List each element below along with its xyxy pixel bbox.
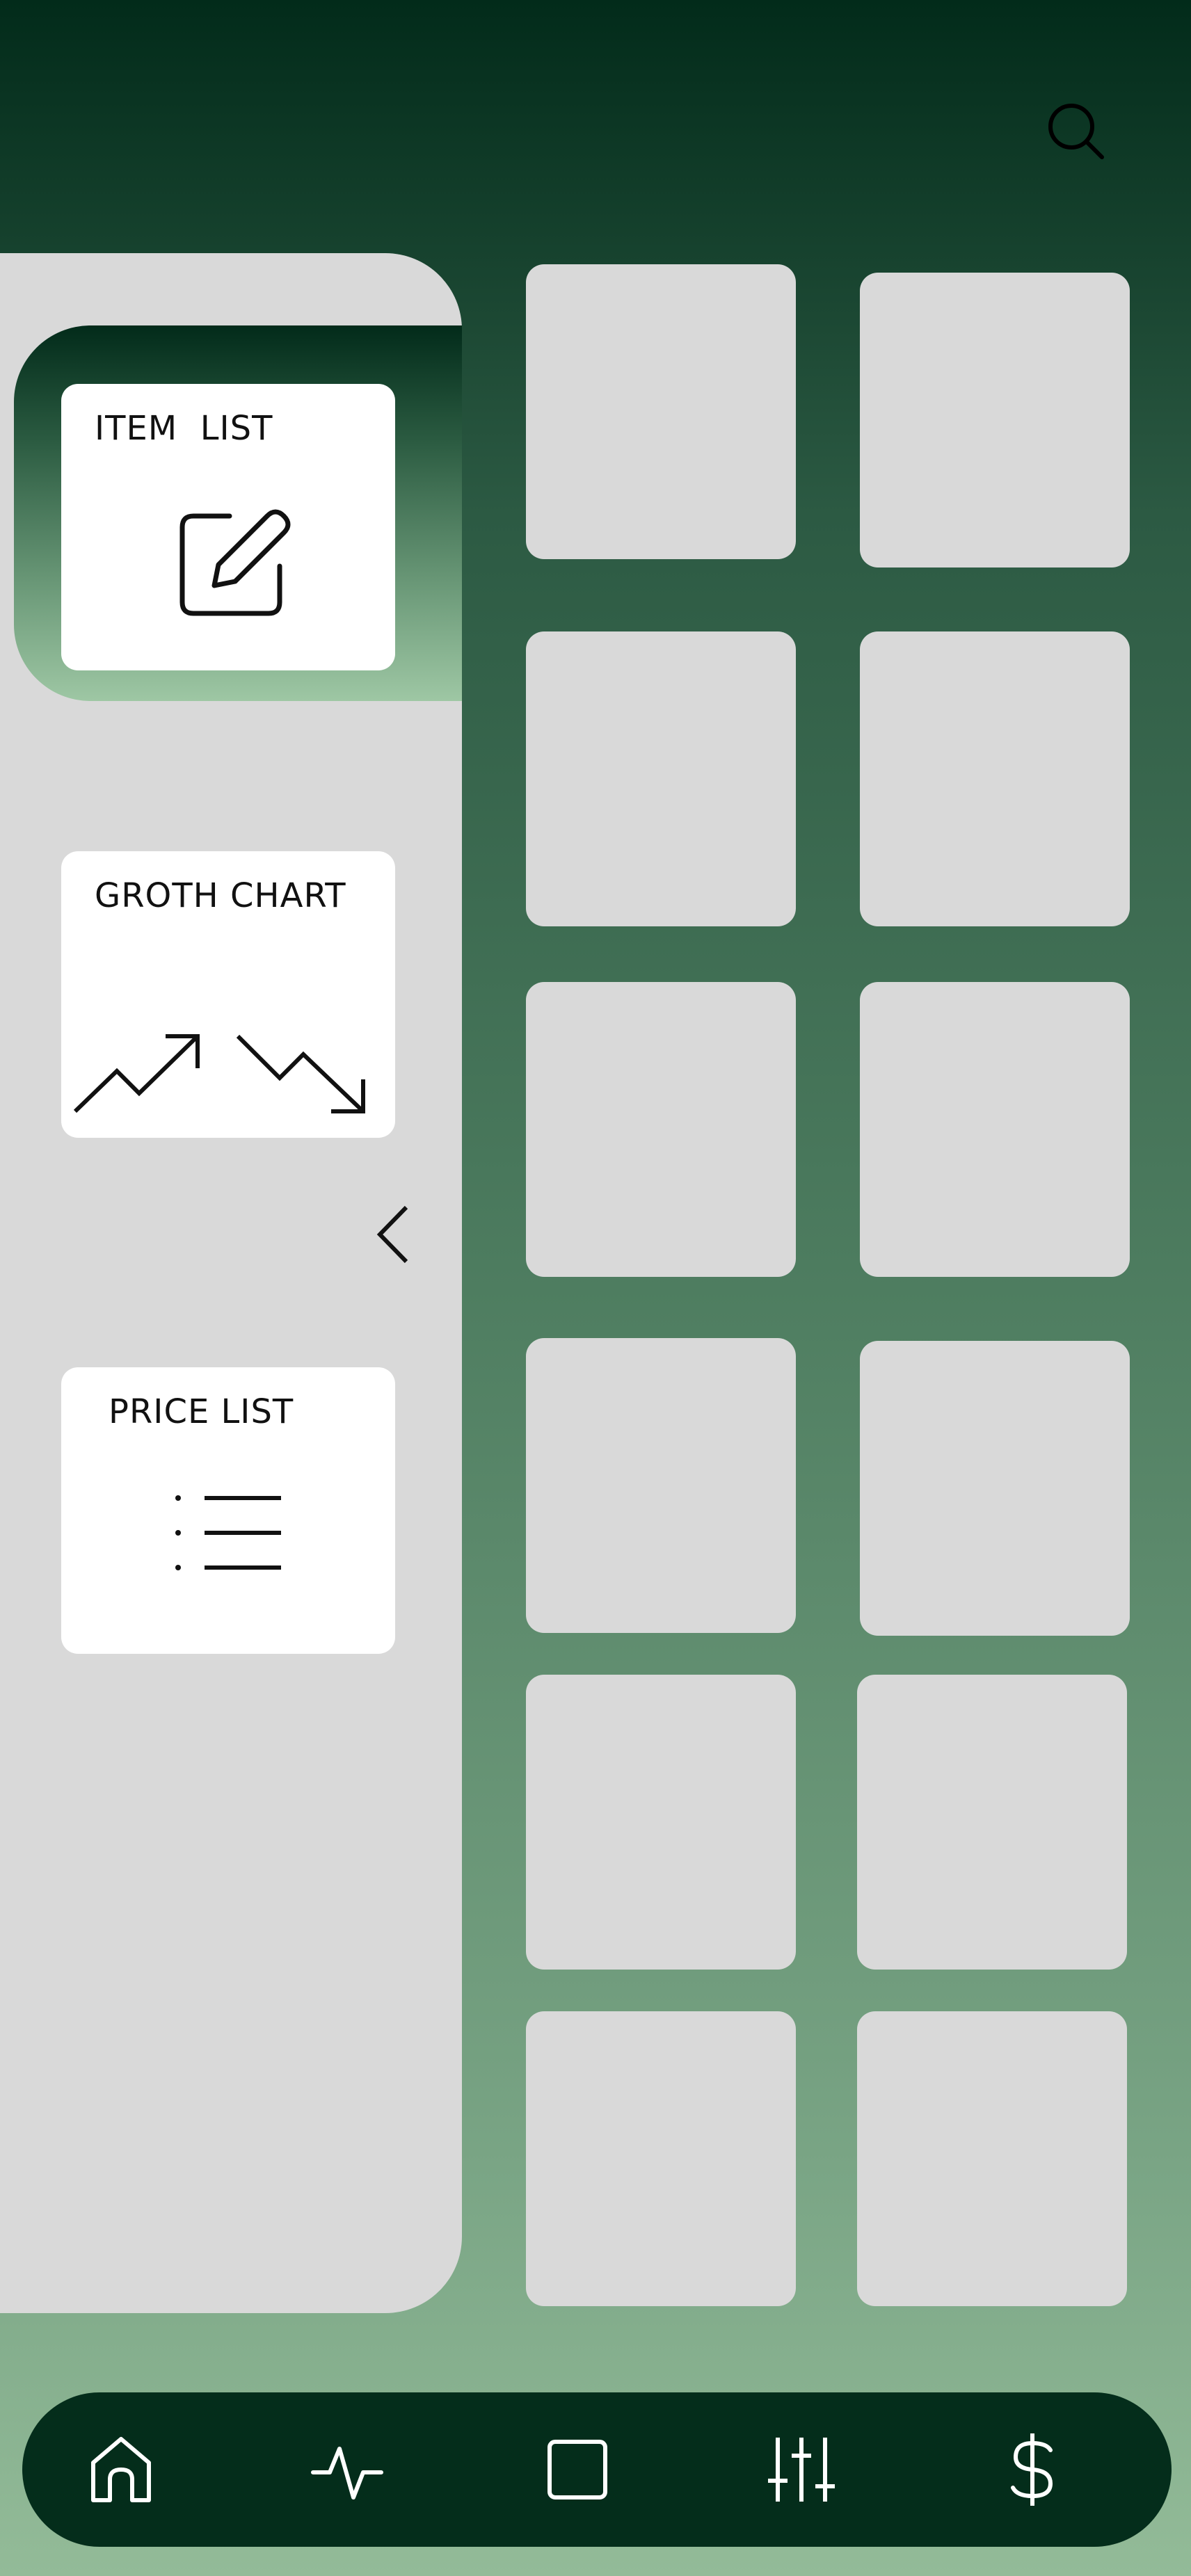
grid-tile[interactable] bbox=[857, 2011, 1127, 2306]
search-icon bbox=[1048, 104, 1104, 159]
nav-activity-button[interactable] bbox=[309, 2431, 387, 2509]
search-button[interactable] bbox=[1046, 102, 1105, 160]
item-list-card[interactable]: ITEM LIST bbox=[61, 384, 395, 670]
nav-pricing-button[interactable] bbox=[993, 2431, 1071, 2509]
grid-tile[interactable] bbox=[526, 2011, 796, 2306]
price-list-title: PRICE LIST bbox=[109, 1392, 294, 1431]
grid-tile[interactable] bbox=[860, 1341, 1130, 1636]
bottom-nav-bar bbox=[22, 2392, 1172, 2547]
edit-icon bbox=[179, 509, 291, 616]
activity-icon bbox=[311, 2447, 383, 2499]
nav-home-button[interactable] bbox=[82, 2431, 160, 2509]
list-icon bbox=[175, 1495, 281, 1570]
grid-tile[interactable] bbox=[526, 1675, 796, 1970]
chevron-left-icon[interactable] bbox=[376, 1203, 410, 1266]
nav-settings-button[interactable] bbox=[762, 2431, 840, 2509]
nav-square-button[interactable] bbox=[538, 2431, 616, 2509]
grid-tile[interactable] bbox=[526, 631, 796, 926]
grid-tile[interactable] bbox=[860, 982, 1130, 1277]
home-icon bbox=[91, 2437, 151, 2502]
grid-tile[interactable] bbox=[526, 1338, 796, 1633]
growth-chart-card[interactable]: GROTH CHART bbox=[61, 851, 395, 1138]
growth-chart-title: GROTH CHART bbox=[95, 876, 346, 915]
grid-tile[interactable] bbox=[857, 1675, 1127, 1970]
item-list-title: ITEM LIST bbox=[95, 409, 273, 448]
grid-tile[interactable] bbox=[526, 264, 796, 559]
grid-tile[interactable] bbox=[860, 273, 1130, 567]
price-list-card[interactable]: PRICE LIST bbox=[61, 1367, 395, 1654]
grid-tile[interactable] bbox=[526, 982, 796, 1277]
sliders-icon bbox=[768, 2438, 835, 2502]
trend-icon bbox=[73, 1034, 365, 1113]
square-icon bbox=[547, 2440, 607, 2499]
dollar-icon bbox=[1011, 2433, 1053, 2506]
grid-tile[interactable] bbox=[860, 631, 1130, 926]
